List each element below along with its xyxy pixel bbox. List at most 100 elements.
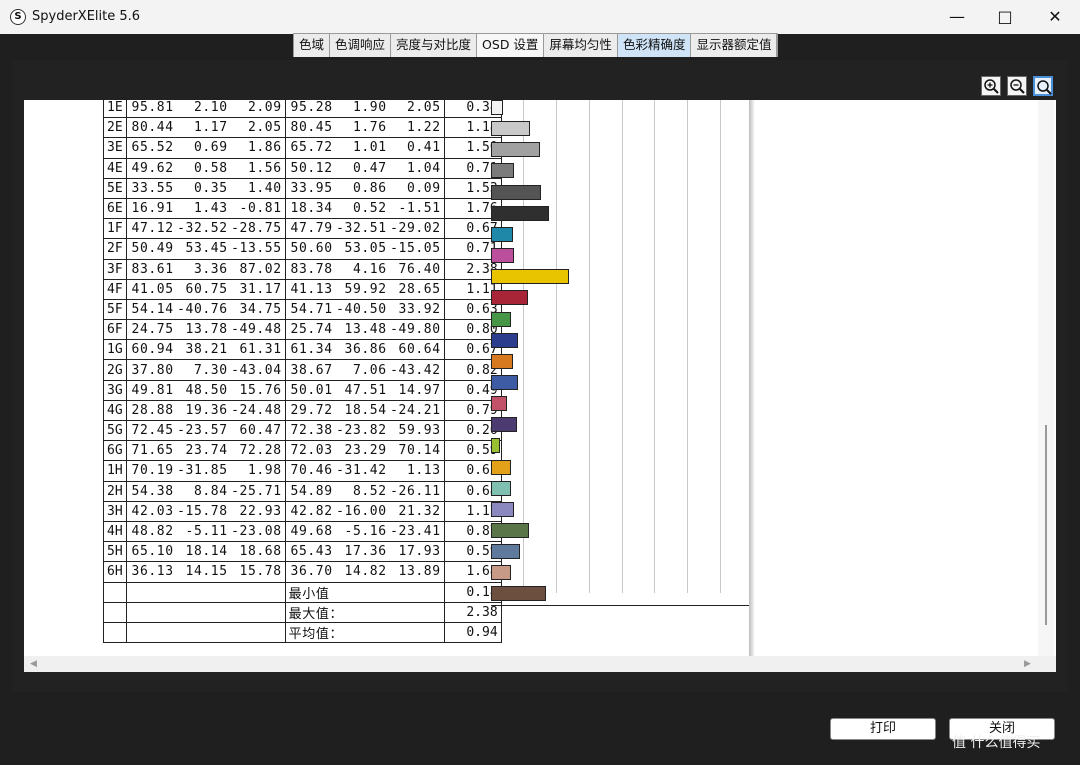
table-row: 4E 49.62 0.58 1.56 50.12 0.47 1.04 0.71: [103, 157, 502, 179]
delta-e-bar: [491, 396, 508, 412]
reference-lab: 48.82 -5.11 -23.08: [125, 520, 286, 543]
zoom-in-button[interactable]: [981, 76, 1001, 96]
reference-lab-a1: 0.35: [193, 180, 228, 196]
table-row: 3H 42.03 -15.78 22.93 42.82 -16.00 21.32 1.17: [103, 500, 502, 522]
summary-empty: [125, 601, 286, 623]
table-row: 6H 36.13 14.15 15.78 36.70 14.82 13.89 1.68: [103, 561, 502, 583]
measured-lab-a2: -31.42: [336, 463, 387, 479]
reference-lab: 28.88 19.36 -24.48: [125, 399, 286, 422]
reference-lab-b1: 1.98: [247, 463, 282, 479]
measured-lab-a2: -23.82: [336, 423, 387, 439]
table-row: 4H 48.82 -5.11 -23.08 49.68 -5.16 -23.41 0.87: [103, 520, 502, 543]
reference-lab-a1: 0.58: [193, 160, 228, 176]
reference-lab-l1: 65.10: [131, 544, 174, 560]
horizontal-scrollbar[interactable]: ◀ ▶: [24, 656, 1056, 672]
measured-lab: 38.67 7.06 -43.42: [284, 359, 445, 381]
delta-e-bar: [491, 163, 515, 179]
reference-lab-a1: 19.36: [185, 402, 228, 418]
vertical-scroll-thumb[interactable]: [1045, 425, 1047, 625]
zoom-fit-button[interactable]: [1033, 76, 1053, 96]
measured-lab-b2: -15.05: [390, 241, 441, 257]
tab-4[interactable]: 屏幕均匀性: [544, 34, 618, 57]
measured-lab: 36.70 14.82 13.89: [284, 561, 445, 583]
window-title: SpyderXElite 5.6: [32, 9, 141, 24]
delta-e-bar: [491, 332, 518, 348]
app-logo-icon: S: [10, 9, 26, 25]
scroll-left-icon[interactable]: ◀: [30, 656, 37, 672]
measured-lab: 25.74 13.48 -49.80: [284, 319, 445, 341]
reference-lab-l1: 65.52: [131, 140, 174, 156]
measured-lab: 41.13 59.92 28.65: [284, 278, 445, 300]
table-row: 3G 49.81 48.50 15.76 50.01 47.51 14.97 0.49: [103, 379, 502, 401]
patch-id: 6G: [103, 440, 127, 462]
table-row: 2H 54.38 8.84 -25.71 54.89 8.52 -26.11 0.68: [103, 480, 502, 502]
reference-lab-b1: 87.02: [239, 261, 282, 277]
patch-id: 5H: [103, 541, 127, 563]
maximize-button[interactable]: □: [980, 0, 1030, 34]
measured-lab-b2: 28.65: [398, 281, 441, 297]
reference-lab-b1: 1.56: [247, 160, 282, 176]
measured-lab-l2: 41.13: [290, 281, 333, 297]
reference-lab-b1: -23.08: [231, 524, 282, 540]
measured-lab: 18.34 0.52 -1.51: [284, 197, 445, 220]
tab-0[interactable]: 色域: [294, 34, 331, 57]
reference-lab: 60.94 38.21 61.31: [125, 339, 286, 361]
reference-lab: 16.91 1.43 -0.81: [125, 197, 286, 220]
reference-lab: 50.49 53.45 -13.55: [125, 238, 286, 260]
patch-id: 4H: [103, 520, 127, 543]
reference-lab: 65.52 0.69 1.86: [125, 137, 286, 159]
patch-id: 1H: [103, 460, 127, 482]
reference-lab: 36.13 14.15 15.78: [125, 561, 286, 583]
reference-lab-l1: 42.03: [131, 503, 174, 519]
reference-lab-b1: -24.48: [231, 402, 282, 418]
measured-lab-b2: -43.42: [390, 362, 441, 378]
measured-lab: 42.82 -16.00 21.32: [284, 500, 445, 522]
summary-row: 最大值： 2.38: [103, 601, 502, 623]
measured-lab-l2: 54.89: [290, 483, 333, 499]
measured-lab: 33.95 0.86 0.09: [284, 177, 445, 199]
delta-e-bar: [491, 311, 512, 327]
reference-lab: 49.81 48.50 15.76: [125, 379, 286, 401]
reference-lab-l1: 80.44: [131, 120, 174, 136]
reference-lab-b1: 72.28: [239, 443, 282, 459]
zoom-out-button[interactable]: [1007, 76, 1027, 96]
reference-lab: 65.10 18.14 18.68: [125, 541, 286, 563]
measured-lab-b2: 21.32: [398, 503, 441, 519]
table-row: 2E 80.44 1.17 2.05 80.45 1.76 1.22 1.18: [103, 117, 502, 139]
tab-2[interactable]: 亮度与对比度: [391, 34, 478, 57]
delta-e-bar: [491, 523, 530, 538]
tab-bar: 色域 色调响应 亮度与对比度 OSD 设置 屏幕均匀性 色彩精确度 显示器额定值: [293, 33, 779, 57]
measured-lab-l2: 49.68: [290, 524, 333, 540]
measured-lab-l2: 25.74: [290, 322, 333, 338]
reference-lab-a1: 53.45: [185, 241, 228, 257]
measured-lab-l2: 95.28: [290, 100, 333, 116]
measured-lab-b2: 1.22: [406, 120, 441, 136]
print-button[interactable]: 打印: [830, 718, 936, 740]
tab-3[interactable]: OSD 设置: [477, 34, 545, 57]
reference-lab-l1: 47.12: [131, 221, 174, 237]
scroll-right-icon[interactable]: ▶: [1024, 656, 1031, 672]
reference-lab-l1: 54.14: [131, 301, 174, 317]
patch-id: 3H: [103, 500, 127, 522]
minimize-button[interactable]: —: [932, 0, 982, 34]
measured-lab-b2: -23.41: [390, 524, 441, 540]
reference-lab-a1: 7.30: [193, 362, 228, 378]
tab-5[interactable]: 色彩精确度: [617, 34, 692, 57]
measured-lab-b2: -26.11: [390, 483, 441, 499]
measured-lab: 49.68 -5.16 -23.41: [284, 520, 445, 543]
reference-lab-l1: 60.94: [131, 342, 174, 358]
measured-lab-a2: 1.76: [352, 120, 387, 136]
measured-lab-a2: 0.47: [352, 160, 387, 176]
grid-line: [720, 100, 721, 593]
reference-lab: 49.62 0.58 1.56: [125, 157, 286, 179]
tab-1[interactable]: 色调响应: [330, 34, 392, 57]
patch-id: 6H: [103, 561, 127, 583]
measured-lab-l2: 38.67: [290, 362, 333, 378]
tab-6[interactable]: 显示器额定值: [691, 34, 778, 57]
patch-id: 2E: [103, 117, 127, 139]
measured-lab-a2: -5.16: [344, 524, 387, 540]
table-row: 6E 16.91 1.43 -0.81 18.34 0.52 -1.51 1.76: [103, 197, 502, 220]
close-window-button[interactable]: ✕: [1030, 0, 1080, 34]
summary-empty-id: [103, 621, 127, 644]
reference-lab-l1: 70.19: [131, 463, 174, 479]
